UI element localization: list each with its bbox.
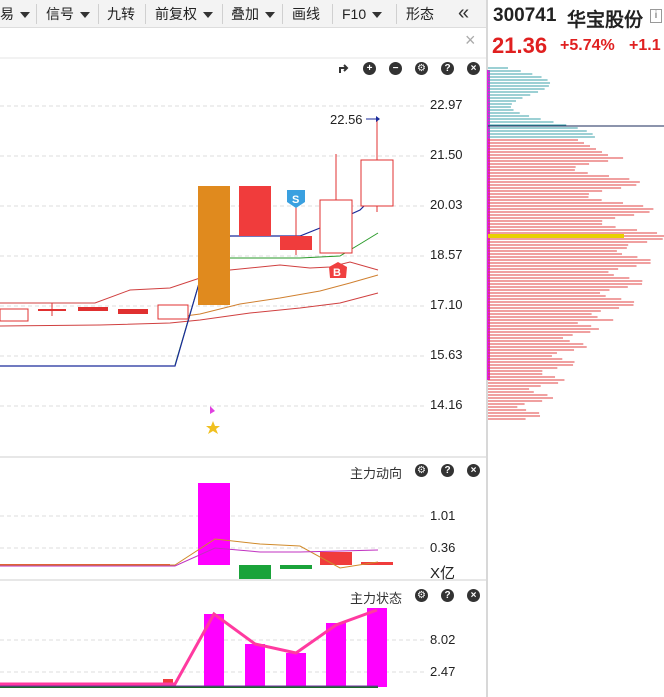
gear-icon[interactable]: ⚙ bbox=[415, 464, 428, 477]
help-icon[interactable]: ? bbox=[441, 589, 454, 602]
stock-name: 华宝股份 bbox=[567, 10, 644, 31]
toolbar-divider bbox=[396, 4, 397, 24]
toolbar-signal-label: 信号 bbox=[46, 6, 74, 22]
info-icon[interactable]: i bbox=[650, 9, 662, 23]
toolbar-divider bbox=[332, 4, 333, 24]
last-price: 21.36 bbox=[492, 33, 548, 58]
y-tick-label: 2.47 bbox=[430, 664, 456, 679]
chevron-down-icon bbox=[265, 12, 275, 19]
toolbar-adjust-button[interactable]: 前复权 bbox=[155, 0, 213, 28]
state-bar bbox=[245, 644, 265, 687]
flow-bar bbox=[198, 483, 230, 565]
y-tick-label: 17.10 bbox=[430, 297, 463, 312]
state-bars bbox=[40, 608, 387, 687]
toolbar: 易 信号 九转 前复权 叠加 画线 F10 形态 « bbox=[0, 0, 486, 28]
chevron-down-icon bbox=[372, 12, 383, 19]
toolbar-pattern-button[interactable]: 形态 bbox=[406, 0, 434, 28]
flow-bar bbox=[320, 552, 352, 565]
sell-signal-marker[interactable]: S bbox=[287, 190, 305, 208]
price-change: +1.1 bbox=[629, 37, 661, 54]
gear-icon[interactable]: ⚙ bbox=[415, 589, 428, 602]
close-icon[interactable]: × bbox=[467, 464, 480, 477]
candle bbox=[319, 199, 353, 254]
flow-bar bbox=[239, 565, 271, 579]
svg-text:S: S bbox=[292, 194, 299, 206]
toolbar-trade-button[interactable]: 易 bbox=[0, 0, 30, 28]
ma-line-red-upper bbox=[0, 261, 379, 304]
candle bbox=[0, 308, 29, 322]
svg-text:B: B bbox=[333, 267, 341, 279]
toolbar-f10-label: F10 bbox=[342, 6, 367, 22]
toolbar-nine-turn-label: 九转 bbox=[107, 6, 135, 22]
percent-change: +5.74% bbox=[560, 37, 615, 54]
state-bar bbox=[286, 653, 306, 687]
chevron-down-icon bbox=[20, 12, 30, 19]
candle bbox=[239, 186, 271, 236]
toolbar-trade-label: 易 bbox=[0, 6, 14, 22]
toolbar-overlay-label: 叠加 bbox=[231, 6, 259, 22]
y-tick-label: 1.01 bbox=[430, 508, 456, 523]
flow-unit-label: X亿 bbox=[430, 565, 456, 582]
candle bbox=[38, 309, 66, 311]
toolbar-divider bbox=[98, 4, 99, 24]
y-tick-label: 18.57 bbox=[430, 247, 463, 262]
toolbar-divider bbox=[282, 4, 283, 24]
toolbar-overlay-button[interactable]: 叠加 bbox=[231, 0, 275, 28]
candle bbox=[118, 309, 148, 314]
zoom-out-icon[interactable]: − bbox=[389, 62, 402, 75]
y-tick-label: 15.63 bbox=[430, 347, 463, 362]
flag-icon bbox=[210, 406, 215, 414]
reset-icon[interactable] bbox=[337, 62, 351, 76]
high-price-label: 22.56 bbox=[330, 112, 363, 127]
chevron-down-icon bbox=[203, 12, 213, 19]
average-cost-line bbox=[488, 234, 624, 238]
toolbar-draw-button[interactable]: 画线 bbox=[292, 0, 320, 28]
flow-bar bbox=[280, 565, 312, 569]
zoom-in-icon[interactable]: + bbox=[363, 62, 376, 75]
y-tick-label: 20.03 bbox=[430, 197, 463, 212]
star-icon bbox=[206, 421, 220, 434]
candle bbox=[78, 307, 108, 311]
toolbar-adjust-label: 前复权 bbox=[155, 6, 197, 22]
toolbar-f10-button[interactable]: F10 bbox=[342, 0, 383, 28]
candle bbox=[198, 186, 230, 305]
flow-panel-title: 主力动向 bbox=[350, 466, 403, 481]
chevron-down-icon bbox=[80, 12, 90, 19]
toolbar-draw-label: 画线 bbox=[292, 6, 320, 22]
high-arrow-head bbox=[376, 116, 380, 122]
state-panel-title: 主力状态 bbox=[350, 591, 403, 606]
y-tick-label: 21.50 bbox=[430, 147, 463, 162]
kline-chart-area[interactable]: 22.56 S B bbox=[0, 28, 486, 697]
y-tick-label: 8.02 bbox=[430, 632, 456, 647]
toolbar-divider bbox=[36, 4, 37, 24]
toolbar-nine-turn-button[interactable]: 九转 bbox=[107, 0, 135, 28]
candle bbox=[280, 236, 312, 250]
stock-code: 300741 bbox=[493, 5, 557, 26]
buy-signal-marker[interactable]: B bbox=[329, 262, 347, 279]
state-line-pink bbox=[0, 608, 378, 686]
toolbar-signal-button[interactable]: 信号 bbox=[46, 0, 90, 28]
chip-distribution bbox=[487, 67, 664, 420]
toolbar-divider bbox=[222, 4, 223, 24]
state-bar bbox=[367, 608, 387, 687]
collapse-panel-button[interactable]: « bbox=[458, 0, 469, 26]
close-icon[interactable]: × bbox=[467, 589, 480, 602]
y-tick-label: 14.16 bbox=[430, 397, 463, 412]
toolbar-pattern-label: 形态 bbox=[406, 6, 434, 22]
close-icon[interactable]: × bbox=[467, 62, 480, 75]
candle bbox=[360, 159, 394, 207]
y-tick-label: 22.97 bbox=[430, 97, 463, 112]
gear-icon[interactable]: ⚙ bbox=[415, 62, 428, 75]
help-icon[interactable]: ? bbox=[441, 62, 454, 75]
toolbar-divider bbox=[145, 4, 146, 24]
y-tick-label: 0.36 bbox=[430, 540, 456, 555]
help-icon[interactable]: ? bbox=[441, 464, 454, 477]
candle bbox=[157, 304, 189, 320]
state-bar bbox=[326, 623, 346, 687]
